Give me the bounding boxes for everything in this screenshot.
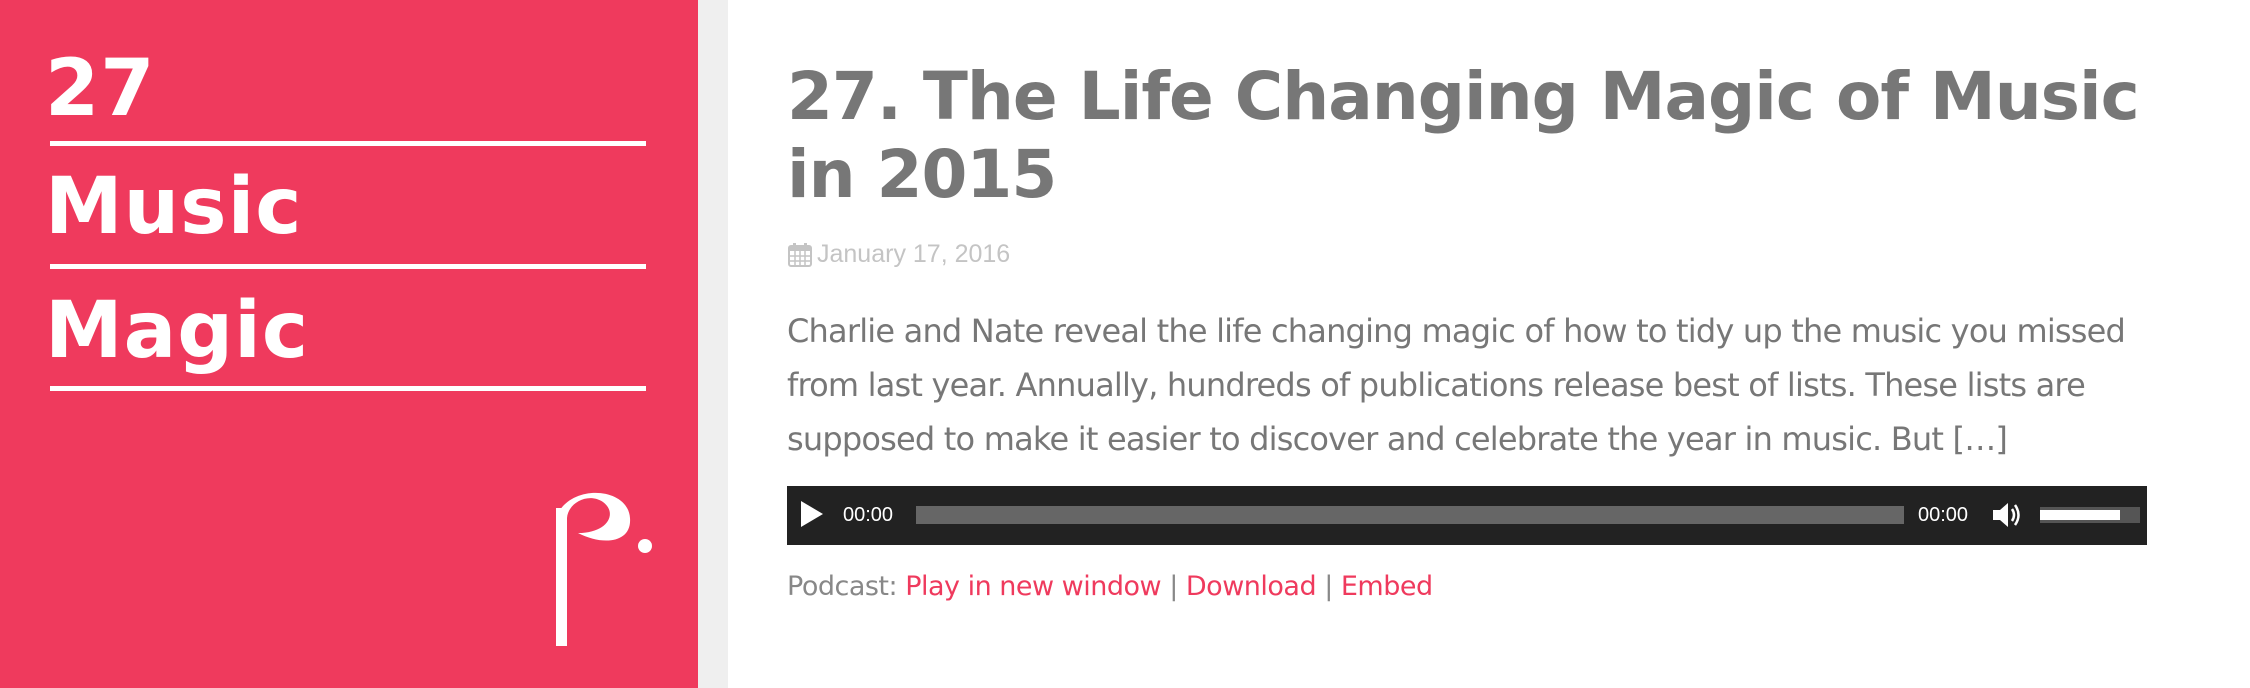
duration-time: 00:00 [1918,504,1969,526]
podcast-cover-art: 27 Music Magic [0,0,698,688]
post-date: January 17, 2016 [787,240,1010,269]
download-link[interactable]: Download [1186,571,1317,602]
post-title[interactable]: 27. The Life Changing Magic of Music in … [787,58,2187,214]
cover-word-magic: Magic [45,286,310,376]
progress-rail[interactable] [916,506,1904,524]
podcast-links: Podcast: Play in new window | Download |… [787,571,1433,602]
cover-divider [50,141,646,146]
cover-divider [50,386,646,391]
audio-player: 00:00 00:00 [787,486,2147,545]
podcast-label: Podcast: [787,571,906,602]
current-time: 00:00 [843,504,894,526]
cover-episode-number: 27 [45,44,156,134]
volume-slider[interactable] [2040,507,2140,523]
music-note-logo-icon [556,492,652,646]
volume-icon[interactable] [1991,500,2023,530]
embed-link[interactable]: Embed [1341,571,1433,602]
link-separator: | [1316,571,1341,602]
play-new-window-link[interactable]: Play in new window [905,571,1161,602]
link-separator: | [1161,571,1186,602]
post-date-text: January 17, 2016 [817,240,1011,268]
cover-word-music: Music [45,162,303,252]
post-excerpt: Charlie and Nate reveal the life changin… [787,312,2126,458]
calendar-icon [788,242,812,267]
play-icon[interactable] [801,501,823,527]
post-article: 27. The Life Changing Magic of Music in … [728,0,2250,688]
volume-level [2040,510,2120,520]
cover-divider [50,264,646,269]
